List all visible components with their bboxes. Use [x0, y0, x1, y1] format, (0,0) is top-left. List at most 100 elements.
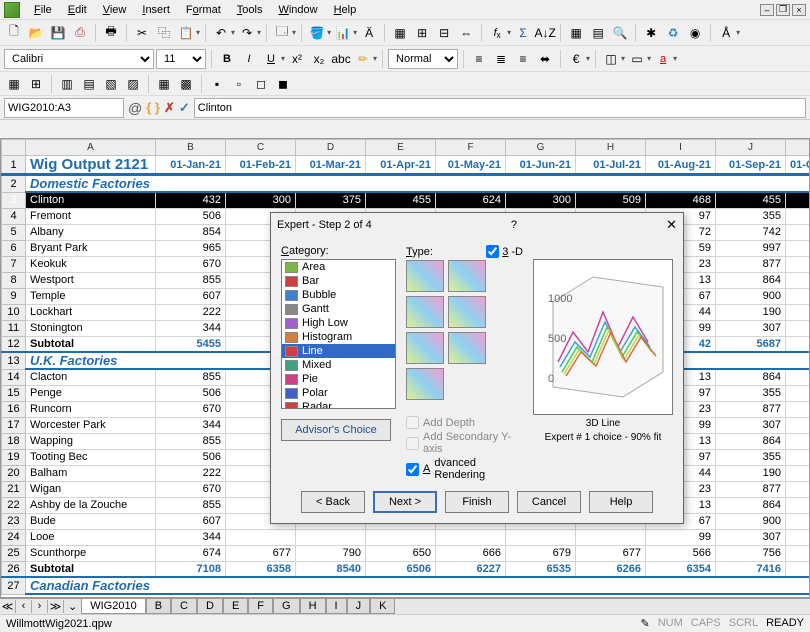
row-header[interactable]: 11 — [2, 320, 26, 336]
align-left-icon[interactable]: ≡ — [469, 49, 489, 69]
category-item[interactable]: Area — [282, 260, 395, 274]
save-icon[interactable]: 💾 — [48, 23, 68, 43]
back-button[interactable]: < Back — [301, 491, 365, 513]
category-item[interactable]: Radar — [282, 400, 395, 409]
row-header[interactable]: 16 — [2, 401, 26, 417]
row-header[interactable]: 5 — [2, 224, 26, 240]
dialog-help-icon[interactable]: ? — [511, 219, 517, 231]
chart-type-thumb[interactable] — [406, 296, 444, 328]
row-header[interactable]: 18 — [2, 433, 26, 449]
chart-type-thumb[interactable] — [406, 368, 444, 400]
row-header[interactable]: 4 — [2, 208, 26, 224]
style-select[interactable]: Normal — [388, 49, 458, 69]
fit-icon[interactable]: ⇔ — [456, 23, 476, 43]
row-header[interactable]: 8 — [2, 272, 26, 288]
col-header[interactable]: F — [436, 140, 506, 156]
table-row[interactable]: 3Clinton432300375455624300509468455 — [2, 192, 810, 208]
delete-icon[interactable]: ⊟ — [434, 23, 454, 43]
dt8-icon[interactable]: ▩ — [176, 74, 196, 94]
category-item[interactable]: Pie — [282, 372, 395, 386]
pdf-icon[interactable]: ⎙ — [70, 23, 90, 43]
shapes-icon[interactable]: ◫ — [601, 49, 621, 69]
font-size-select[interactable]: 11 — [156, 49, 206, 69]
category-item[interactable]: High Low — [282, 316, 395, 330]
menu-window[interactable]: Window — [270, 2, 325, 18]
grid2-icon[interactable]: ▤ — [588, 23, 608, 43]
help-button[interactable]: Help — [589, 491, 653, 513]
table-row[interactable]: 25Scunthorpe674677790650666679677566756 — [2, 545, 810, 561]
new-icon[interactable]: 🗋 — [4, 23, 24, 43]
chart-type-thumb[interactable] — [406, 332, 444, 364]
copy-icon[interactable]: ⿻ — [154, 23, 174, 43]
menu-edit[interactable]: Edit — [60, 2, 95, 18]
section-domestic[interactable]: Domestic Factories — [26, 175, 810, 193]
fill-icon[interactable]: 🪣 — [307, 23, 327, 43]
select-all[interactable] — [2, 140, 26, 156]
chart-type-thumb[interactable] — [448, 332, 486, 364]
dt5-icon[interactable]: ▧ — [101, 74, 121, 94]
chart-type-thumb[interactable] — [406, 260, 444, 292]
borders-icon[interactable]: ▦ — [390, 23, 410, 43]
window-minimize[interactable]: – — [760, 4, 774, 16]
menu-help[interactable]: Help — [326, 2, 365, 18]
font-name-select[interactable]: Calibri — [4, 49, 154, 69]
dt3-icon[interactable]: ▥ — [57, 74, 77, 94]
category-list[interactable]: AreaBarBubbleGanttHigh LowHistogramLineM… — [281, 259, 396, 409]
row-header[interactable]: 6 — [2, 240, 26, 256]
row-header[interactable]: 26 — [2, 561, 26, 577]
at-icon[interactable]: @ — [128, 100, 142, 116]
sum-icon[interactable]: Σ — [513, 23, 533, 43]
row-header[interactable]: 3 — [2, 192, 26, 208]
sheet-tab[interactable]: G — [273, 599, 300, 614]
cell-reference-input[interactable] — [4, 98, 124, 118]
underline-icon[interactable]: U — [261, 49, 281, 69]
cancel-button[interactable]: Cancel — [517, 491, 581, 513]
sheet-tab[interactable]: H — [300, 599, 326, 614]
tab-prev[interactable]: ‹ — [16, 600, 32, 613]
dt11-icon[interactable]: ◻ — [251, 74, 271, 94]
quickformat-icon[interactable]: 🗔 — [272, 23, 292, 43]
strike-icon[interactable]: abc — [331, 49, 351, 69]
menu-tools[interactable]: Tools — [229, 2, 271, 18]
confirm-edit-icon[interactable]: ✓ — [179, 100, 190, 116]
category-item[interactable]: Bubble — [282, 288, 395, 302]
col-header[interactable]: E — [366, 140, 436, 156]
tool3-icon[interactable]: ◉ — [685, 23, 705, 43]
sheet-tab[interactable]: K — [370, 599, 395, 614]
formula-input[interactable] — [194, 98, 806, 118]
sheet-tab[interactable]: C — [171, 599, 197, 614]
grid1-icon[interactable]: ▦ — [566, 23, 586, 43]
tool2-icon[interactable]: ♻ — [663, 23, 683, 43]
tool1-icon[interactable]: ✱ — [641, 23, 661, 43]
col-header[interactable]: G — [506, 140, 576, 156]
sort-icon[interactable]: A↓Z — [535, 23, 555, 43]
super-icon[interactable]: x² — [287, 49, 307, 69]
row-header[interactable]: 10 — [2, 304, 26, 320]
row-header[interactable]: 19 — [2, 449, 26, 465]
row-header[interactable]: 1 — [2, 156, 26, 175]
checkbox-advanced-rendering[interactable]: Advanced Rendering — [406, 457, 523, 481]
print-icon[interactable]: 🖶 — [101, 23, 121, 43]
tab-first[interactable]: ≪ — [0, 600, 16, 613]
chart-icon[interactable]: 📊 — [333, 23, 353, 43]
menu-format[interactable]: Format — [178, 2, 229, 18]
col-header[interactable]: I — [646, 140, 716, 156]
sheet-tab-active[interactable]: WIG2010 — [81, 599, 145, 614]
sheet-tab[interactable]: B — [146, 599, 171, 614]
zoom-icon[interactable]: 🔍 — [610, 23, 630, 43]
table-row[interactable]: 24Looe34499307 — [2, 529, 810, 545]
row-header[interactable]: 20 — [2, 465, 26, 481]
col-header[interactable]: H — [576, 140, 646, 156]
chart-type-thumb[interactable] — [448, 296, 486, 328]
window-close[interactable]: × — [792, 4, 806, 16]
highlight-icon[interactable]: ✏ — [353, 49, 373, 69]
sheet-tab[interactable]: J — [347, 599, 371, 614]
category-item[interactable]: Line — [282, 344, 395, 358]
sub-icon[interactable]: x₂ — [309, 49, 329, 69]
row-header[interactable]: 12 — [2, 336, 26, 352]
sheet-tab[interactable]: F — [248, 599, 273, 614]
checkbox-3d[interactable]: 3-D — [486, 245, 523, 258]
tab-next[interactable]: › — [32, 600, 48, 613]
row-header[interactable]: 15 — [2, 385, 26, 401]
finish-button[interactable]: Finish — [445, 491, 509, 513]
